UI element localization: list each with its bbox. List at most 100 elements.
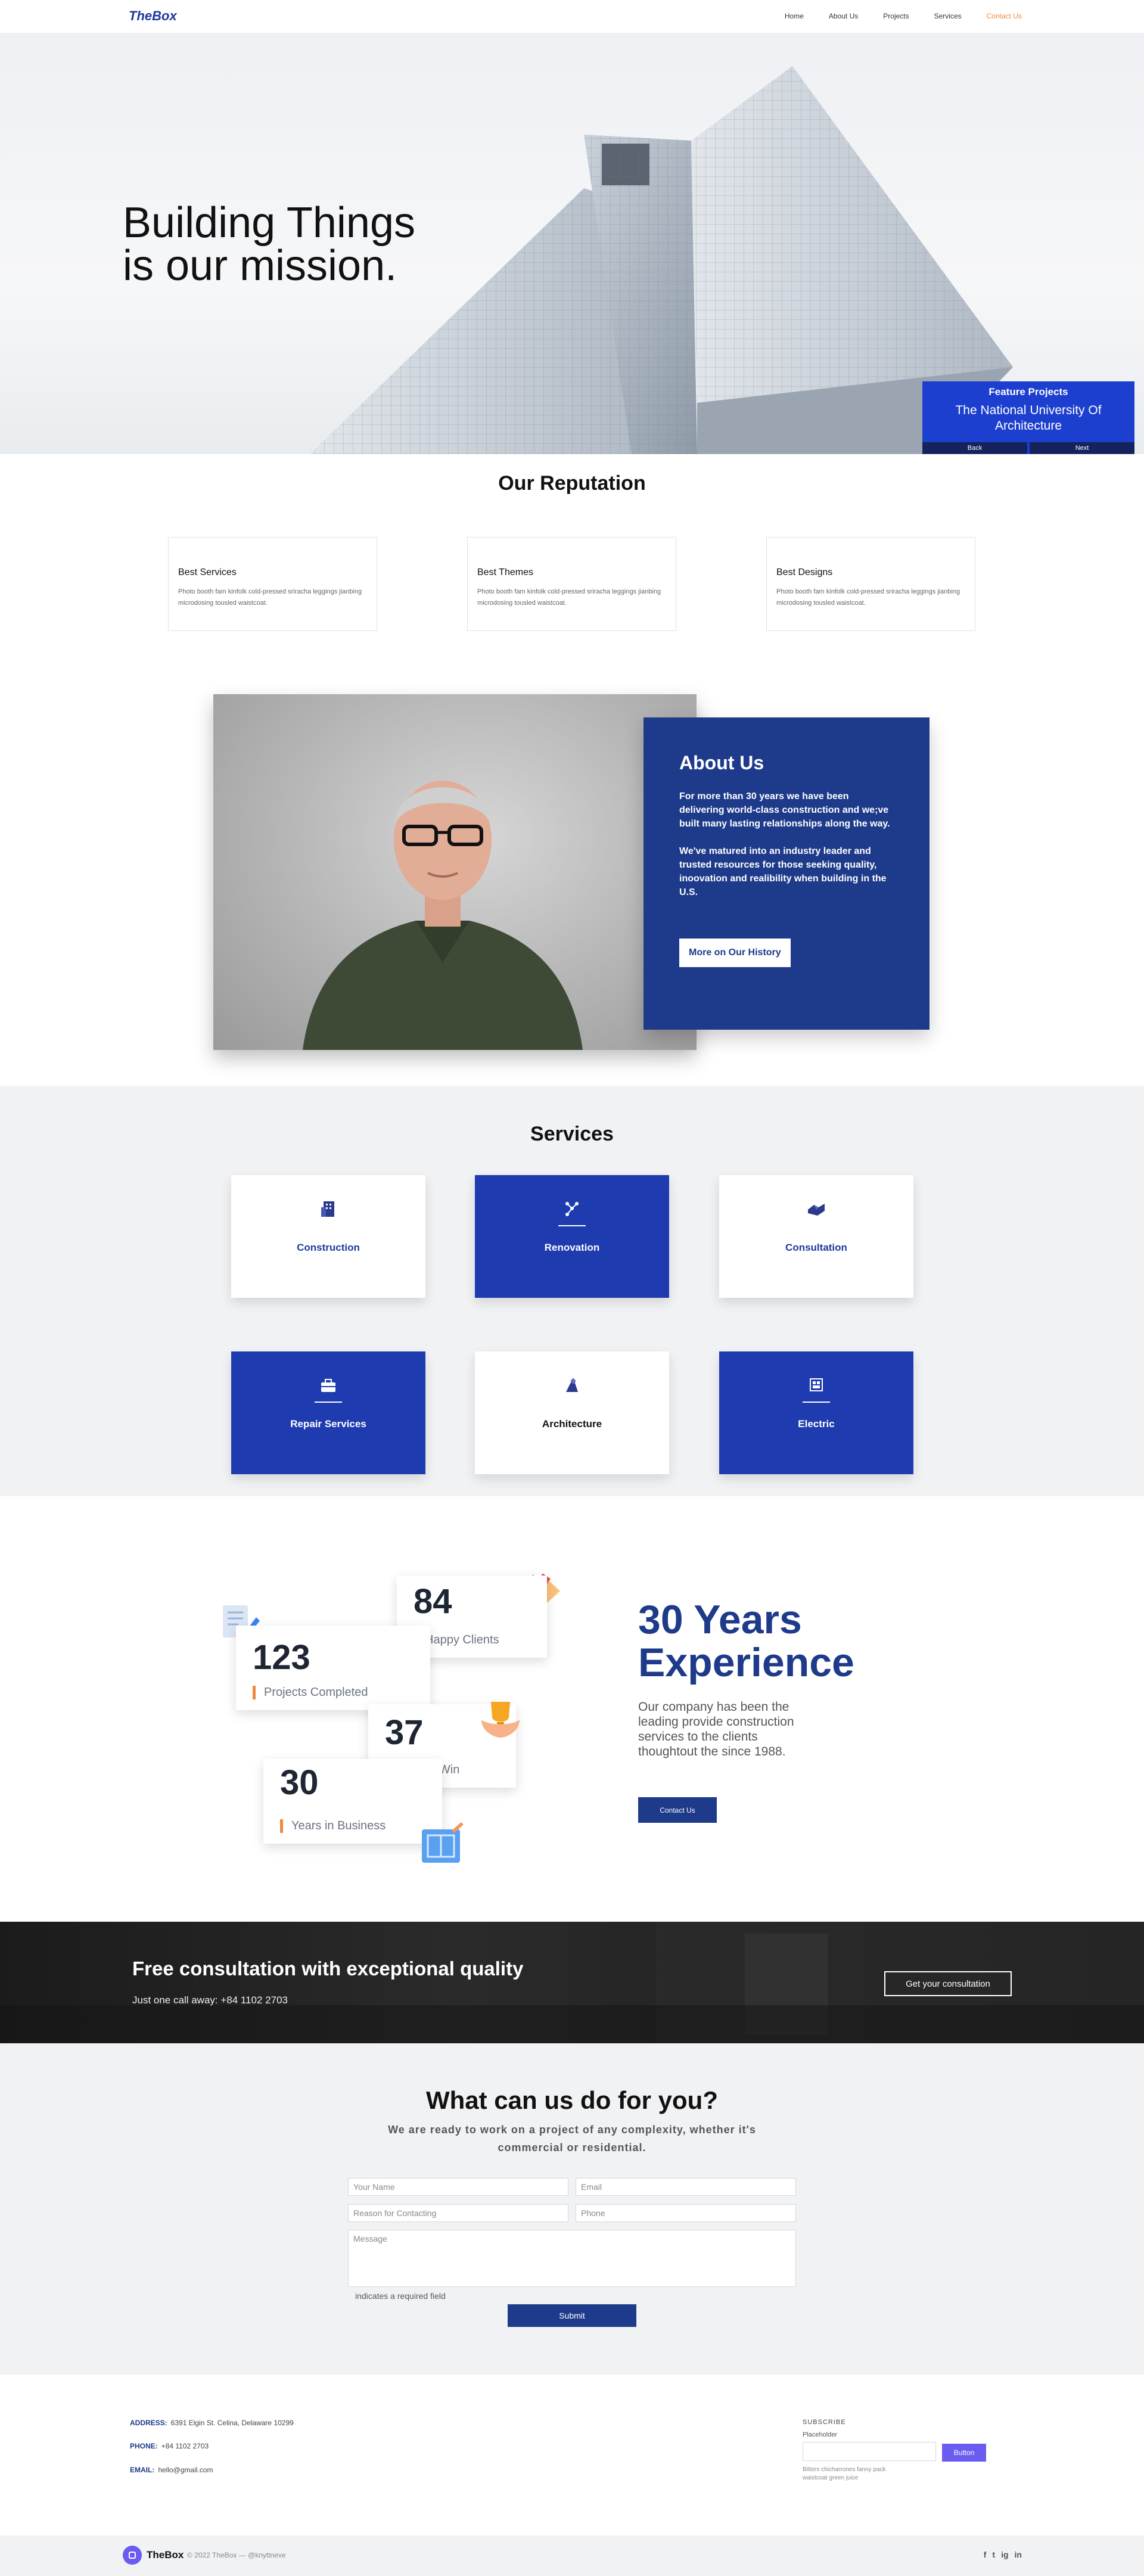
bottom-bar: TheBox © 2022 TheBox — @knyttneve f t ig…: [0, 2535, 1144, 2576]
top-nav: TheBox Home About Us Projects Services C…: [0, 0, 1144, 33]
stat-card: 30 Years in Business: [263, 1759, 442, 1844]
service-label: Electric: [798, 1418, 835, 1430]
contact-title: What can us do for you?: [426, 2086, 718, 2114]
service-renovation[interactable]: Renovation: [475, 1175, 669, 1298]
logo[interactable]: TheBox: [129, 8, 177, 24]
subscribe-title: SUBSCRIBE: [803, 2419, 846, 2426]
divider: [558, 1225, 586, 1226]
card-text: Photo booth fam kinfolk cold-pressed sri…: [477, 588, 661, 607]
phone-label: PHONE:: [130, 2442, 158, 2450]
footer: ADDRESS: 6391 Elgin St. Celina, Delaware …: [0, 2375, 1144, 2535]
phone-value: +84 1102 2703: [161, 2442, 209, 2450]
email-label: EMAIL:: [130, 2466, 155, 2474]
service-label: Renovation: [544, 1242, 600, 1253]
handshake-icon: [808, 1204, 825, 1216]
trophy-icon: [481, 1702, 520, 1738]
copyright: © 2022 TheBox — @knyttneve: [187, 2551, 286, 2559]
name-input[interactable]: [348, 2178, 568, 2196]
experience-title: 30 Years Experience: [638, 1597, 854, 1685]
nodes-icon: [565, 1202, 579, 1216]
about-paragraph-2: We've matured into an industry leader an…: [679, 846, 887, 897]
contact-us-button[interactable]: Contact Us: [638, 1797, 717, 1823]
subscribe-input[interactable]: [803, 2442, 936, 2461]
reputation-card: Best Services Photo booth fam kinfolk co…: [168, 537, 377, 631]
instagram-icon[interactable]: ig: [1001, 2550, 1008, 2559]
footer-email: EMAIL: hello@gmail.com: [130, 2466, 213, 2474]
service-architecture[interactable]: Architecture: [475, 1351, 669, 1474]
subscribe-label: Placeholder: [803, 2431, 838, 2438]
service-repair[interactable]: Repair Services: [231, 1351, 425, 1474]
linkedin-icon[interactable]: in: [1015, 2550, 1022, 2559]
consultation-button[interactable]: Get your consultation: [884, 1971, 1012, 1996]
nav-contact[interactable]: Contact Us: [987, 12, 1022, 20]
architect-icon: [566, 1378, 578, 1392]
service-construction[interactable]: Construction: [231, 1175, 425, 1298]
stat-number: 30: [280, 1763, 319, 1802]
subscribe-button[interactable]: Button: [942, 2444, 986, 2462]
experience-text: Our company has been the leading provide…: [638, 1700, 794, 1758]
email-input[interactable]: [576, 2178, 796, 2196]
nav-about[interactable]: About Us: [829, 12, 858, 20]
service-label: Construction: [297, 1242, 360, 1253]
divider: [803, 1402, 830, 1403]
address-label: ADDRESS:: [130, 2419, 167, 2427]
facebook-icon[interactable]: f: [984, 2550, 987, 2559]
consultation-banner: Free consultation with exceptional quali…: [0, 1922, 1144, 2043]
footer-address: ADDRESS: 6391 Elgin St. Celina, Delaware …: [130, 2419, 294, 2427]
card-title: Best Services: [178, 567, 237, 577]
card-title: Best Designs: [776, 567, 833, 577]
twitter-icon[interactable]: t: [992, 2550, 995, 2559]
email-value[interactable]: hello@gmail.com: [158, 2466, 213, 2474]
portrait-image: [303, 781, 583, 1050]
stat-number: 37: [385, 1713, 424, 1752]
toolbox-icon: [321, 1379, 335, 1392]
service-electric[interactable]: Electric: [719, 1351, 913, 1474]
required-note: indicates a required field: [355, 2291, 446, 2301]
contact-lead: We are ready to work on a project of any…: [388, 2124, 756, 2154]
stat-label: Years in Business: [280, 1819, 386, 1833]
services-title: Services: [530, 1123, 614, 1145]
page: TheBox Home About Us Projects Services C…: [0, 0, 1144, 2576]
electric-panel-icon: [810, 1378, 823, 1391]
message-input[interactable]: [348, 2230, 796, 2287]
feature-name: The National University Of Architecture: [955, 403, 1102, 433]
nav-home[interactable]: Home: [785, 12, 804, 20]
reputation-card: Best Themes Photo booth fam kinfolk cold…: [467, 537, 676, 631]
building-icon: [321, 1201, 334, 1217]
service-label: Consultation: [785, 1242, 847, 1253]
blueprint-icon: [422, 1822, 464, 1863]
back-button[interactable]: Back: [922, 442, 1027, 454]
service-label: Architecture: [542, 1418, 602, 1430]
address-value: 6391 Elgin St. Celina, Delaware 10299: [170, 2419, 294, 2427]
history-button[interactable]: More on Our History: [679, 939, 791, 967]
phone-input[interactable]: [576, 2204, 796, 2222]
reputation-card: Best Designs Photo booth fam kinfolk col…: [766, 537, 975, 631]
card-text: Photo booth fam kinfolk cold-pressed sri…: [776, 588, 960, 607]
stat-number: 123: [253, 1638, 310, 1677]
card-title: Best Themes: [477, 567, 533, 577]
about-card: About Us For more than 30 years we have …: [644, 717, 930, 1030]
submit-button[interactable]: Submit: [508, 2304, 636, 2327]
stat-number: 84: [414, 1582, 452, 1621]
reason-input[interactable]: [348, 2204, 568, 2222]
about-photo: [213, 694, 697, 1050]
social-links: f t ig in: [984, 2550, 1022, 2559]
footer-phone: PHONE: +84 1102 2703: [130, 2442, 209, 2450]
next-button[interactable]: Next: [1030, 442, 1134, 454]
subscribe-note: Bitters chicharrones fanny pack waistcoa…: [803, 2466, 886, 2481]
nav-links: Home About Us Projects Services Contact …: [760, 12, 1022, 20]
hero-title: Building Things is our mission.: [123, 199, 415, 290]
stat-card: 123 Projects Completed: [236, 1626, 430, 1710]
feature-controls: Back Next: [922, 442, 1134, 454]
divider: [315, 1402, 342, 1403]
nav-services[interactable]: Services: [934, 12, 962, 20]
brand-logo-icon[interactable]: [123, 2546, 142, 2565]
feature-project-card: Feature Projects The National University…: [922, 381, 1134, 454]
nav-projects[interactable]: Projects: [883, 12, 909, 20]
service-consultation[interactable]: Consultation: [719, 1175, 913, 1298]
consultation-title: Free consultation with exceptional quali…: [132, 1957, 524, 1980]
card-text: Photo booth fam kinfolk cold-pressed sri…: [178, 588, 362, 607]
contact-section: What can us do for you? We are ready to …: [0, 2043, 1144, 2375]
brand-name: TheBox: [147, 2549, 184, 2561]
service-label: Repair Services: [290, 1418, 366, 1430]
